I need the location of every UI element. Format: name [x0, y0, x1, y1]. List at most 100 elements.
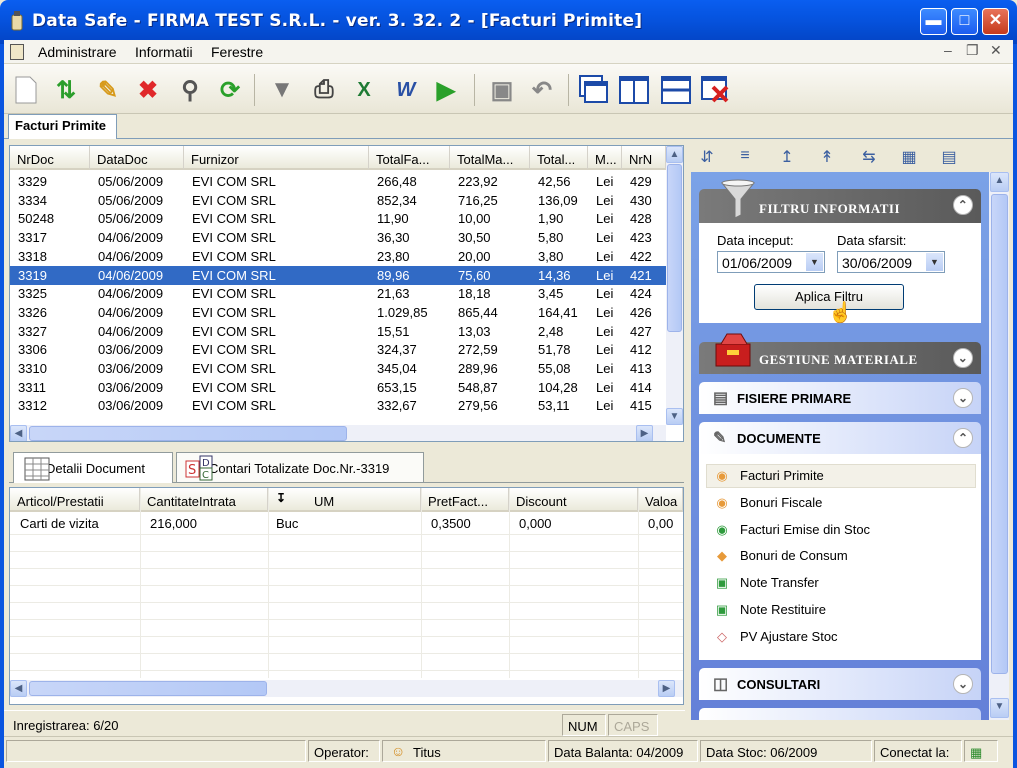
edit-pencil-icon[interactable]: ✎: [92, 74, 124, 106]
column-header[interactable]: UM ↧: [268, 488, 421, 512]
invoices-vertical-scrollbar[interactable]: ▲ ▼: [666, 146, 683, 425]
report-icon[interactable]: ▦: [898, 147, 920, 169]
column-header[interactable]: TotalFa...: [369, 146, 450, 170]
mdi-minimize-icon[interactable]: ‒: [944, 42, 952, 58]
start-date-picker[interactable]: 01/06/2009 ▼: [717, 251, 825, 273]
move-top-icon[interactable]: ↟: [816, 147, 838, 169]
menu-ferestre[interactable]: Ferestre: [211, 44, 263, 60]
sort-descending-icon[interactable]: ≡: [734, 147, 756, 169]
collapse-chevron-icon[interactable]: ⌃: [953, 428, 973, 448]
scroll-up-icon[interactable]: ▲: [666, 146, 683, 163]
column-header[interactable]: Furnizor: [184, 146, 369, 170]
table-row[interactable]: 3312 03/06/2009 EVI COM SRL 332,67 279,56 53,…: [10, 396, 666, 415]
scroll-thumb[interactable]: [29, 426, 347, 441]
tab-facturi-primite[interactable]: Facturi Primite: [8, 114, 118, 139]
end-date-picker[interactable]: 30/06/2009 ▼: [837, 251, 945, 273]
column-header[interactable]: PretFact...: [421, 488, 509, 512]
table-row[interactable]: 50248 05/06/2009 EVI COM SRL 11,90 10,00 1,90…: [10, 209, 666, 228]
invoices-grid[interactable]: NrDoc DataDoc Furnizor TotalFa... TotalMa...…: [9, 145, 684, 442]
excel-export-icon[interactable]: X: [348, 74, 380, 106]
expand-chevron-icon[interactable]: ⌄: [953, 674, 973, 694]
task-item[interactable]: ◆ Bonuri de Consum: [714, 548, 848, 564]
dropdown-arrow-icon[interactable]: ▼: [806, 253, 823, 271]
collapse-chevron-icon[interactable]: ⌃: [953, 195, 973, 215]
scroll-down-icon[interactable]: ▼: [990, 698, 1009, 718]
details-grid[interactable]: Articol/Prestatii CantitateIntrata UM ↧ Pret…: [9, 487, 684, 705]
swap-icon[interactable]: ⇆: [858, 147, 880, 169]
fisiere-group-header[interactable]: ▤ FISIERE PRIMARE ⌄: [699, 382, 981, 414]
table-row[interactable]: 3329 05/06/2009 EVI COM SRL 266,48 223,92 42,…: [10, 172, 666, 191]
expand-chevron-icon[interactable]: ⌄: [953, 348, 973, 368]
menu-administrare[interactable]: Administrare: [38, 44, 117, 60]
task-item[interactable]: ▣ Note Restituire: [714, 602, 826, 618]
scroll-thumb[interactable]: [667, 164, 682, 332]
properties-icon[interactable]: ▤: [938, 147, 960, 169]
title-bar[interactable]: Data Safe - FIRMA TEST S.R.L. - ver. 3. …: [0, 0, 1017, 44]
print-icon[interactable]: ⎙: [308, 74, 340, 106]
table-row[interactable]: 3310 03/06/2009 EVI COM SRL 345,04 289,96 55,…: [10, 359, 666, 378]
scroll-down-icon[interactable]: ▼: [666, 408, 683, 425]
scroll-left-icon[interactable]: ◀: [10, 680, 27, 697]
table-row[interactable]: 3306 03/06/2009 EVI COM SRL 324,37 272,59 51,…: [10, 340, 666, 359]
undo-icon[interactable]: ↶: [526, 74, 558, 106]
save-icon[interactable]: ▣: [486, 74, 518, 106]
table-row[interactable]: 3318 04/06/2009 EVI COM SRL 23,80 20,00 3,80 L…: [10, 247, 666, 266]
tile-horizontal-icon[interactable]: [660, 74, 692, 106]
tile-vertical-icon[interactable]: [618, 74, 650, 106]
connection-icon[interactable]: ▦: [964, 740, 998, 762]
documente-group-header[interactable]: ✎ DOCUMENTE ⌃: [699, 422, 981, 454]
scroll-thumb[interactable]: [29, 681, 267, 696]
column-header[interactable]: M...: [588, 146, 622, 170]
task-item[interactable]: ◇ PV Ajustare Stoc: [714, 629, 838, 645]
invoices-horizontal-scrollbar[interactable]: ◀ ▶: [10, 425, 666, 441]
filter-group-header[interactable]: FILTRU INFORMATII ⌃: [699, 179, 981, 223]
cascade-windows-icon[interactable]: [578, 74, 610, 106]
next-icon[interactable]: ▶: [430, 74, 462, 106]
column-header[interactable]: Articol/Prestatii: [10, 488, 140, 512]
table-row[interactable]: 3325 04/06/2009 EVI COM SRL 21,63 18,18 3,45 L…: [10, 284, 666, 303]
mdi-close-icon[interactable]: ✕: [990, 42, 1002, 59]
mdi-restore-icon[interactable]: ❐: [966, 42, 979, 59]
filter-icon[interactable]: ▼: [266, 74, 298, 106]
taskpane-scrollbar[interactable]: ▲ ▼: [989, 172, 1009, 720]
column-header[interactable]: Total...: [530, 146, 588, 170]
search-icon[interactable]: ⚲: [174, 74, 206, 106]
table-row[interactable]: 3317 04/06/2009 EVI COM SRL 36,30 30,50 5,80 L…: [10, 228, 666, 247]
menu-informatii[interactable]: Informatii: [135, 44, 193, 60]
column-header[interactable]: DataDoc: [90, 146, 184, 170]
dropdown-arrow-icon[interactable]: ▼: [926, 253, 943, 271]
scroll-right-icon[interactable]: ▶: [658, 680, 675, 697]
table-row[interactable]: Carti de vizita 216,000 Buc 0,3500 0,000 0,00: [10, 514, 683, 533]
sort-ascending-icon[interactable]: ⇵: [696, 147, 718, 169]
sync-icon[interactable]: ⟳: [214, 74, 246, 106]
scroll-right-icon[interactable]: ▶: [636, 425, 653, 441]
table-row[interactable]: 3311 03/06/2009 EVI COM SRL 653,15 548,87 104…: [10, 378, 666, 397]
table-row[interactable]: 3326 04/06/2009 EVI COM SRL 1.029,85 865,44 1…: [10, 303, 666, 322]
details-horizontal-scrollbar[interactable]: ◀ ▶: [10, 680, 683, 697]
task-item[interactable]: ◉ Facturi Primite: [714, 468, 823, 484]
close-all-windows-icon[interactable]: [700, 74, 732, 106]
tab-contari-totalizate[interactable]: SDC Contari Totalizate Doc.Nr.-3319: [176, 452, 424, 482]
column-header[interactable]: NrDoc: [10, 146, 90, 170]
next-group-header-partial[interactable]: [699, 708, 981, 720]
new-icon[interactable]: [10, 74, 42, 106]
gestiune-group-header[interactable]: GESTIUNE MATERIALE ⌄: [699, 333, 981, 374]
column-header[interactable]: CantitateIntrata: [140, 488, 268, 512]
scroll-left-icon[interactable]: ◀: [10, 425, 27, 441]
column-header[interactable]: Discount: [509, 488, 638, 512]
scroll-thumb[interactable]: [991, 194, 1008, 674]
tab-detalii-document[interactable]: Detalii Document: [13, 452, 173, 483]
column-header[interactable]: TotalMa...: [450, 146, 530, 170]
minimize-button[interactable]: ▬: [920, 8, 947, 35]
scroll-up-icon[interactable]: ▲: [990, 172, 1009, 192]
close-button[interactable]: ✕: [982, 8, 1009, 35]
column-header[interactable]: NrN: [622, 146, 666, 170]
task-item[interactable]: ◉ Bonuri Fiscale: [714, 495, 822, 511]
delete-icon[interactable]: ✖: [132, 74, 164, 106]
maximize-button[interactable]: □: [951, 8, 978, 35]
sort-az-icon[interactable]: ↧: [276, 491, 286, 505]
word-export-icon[interactable]: W: [390, 74, 422, 106]
move-up-icon[interactable]: ↥: [776, 147, 798, 169]
table-row[interactable]: 3327 04/06/2009 EVI COM SRL 15,51 13,03 2,48 L…: [10, 322, 666, 341]
consultari-group-header[interactable]: ◫ CONSULTARI ⌄: [699, 668, 981, 700]
